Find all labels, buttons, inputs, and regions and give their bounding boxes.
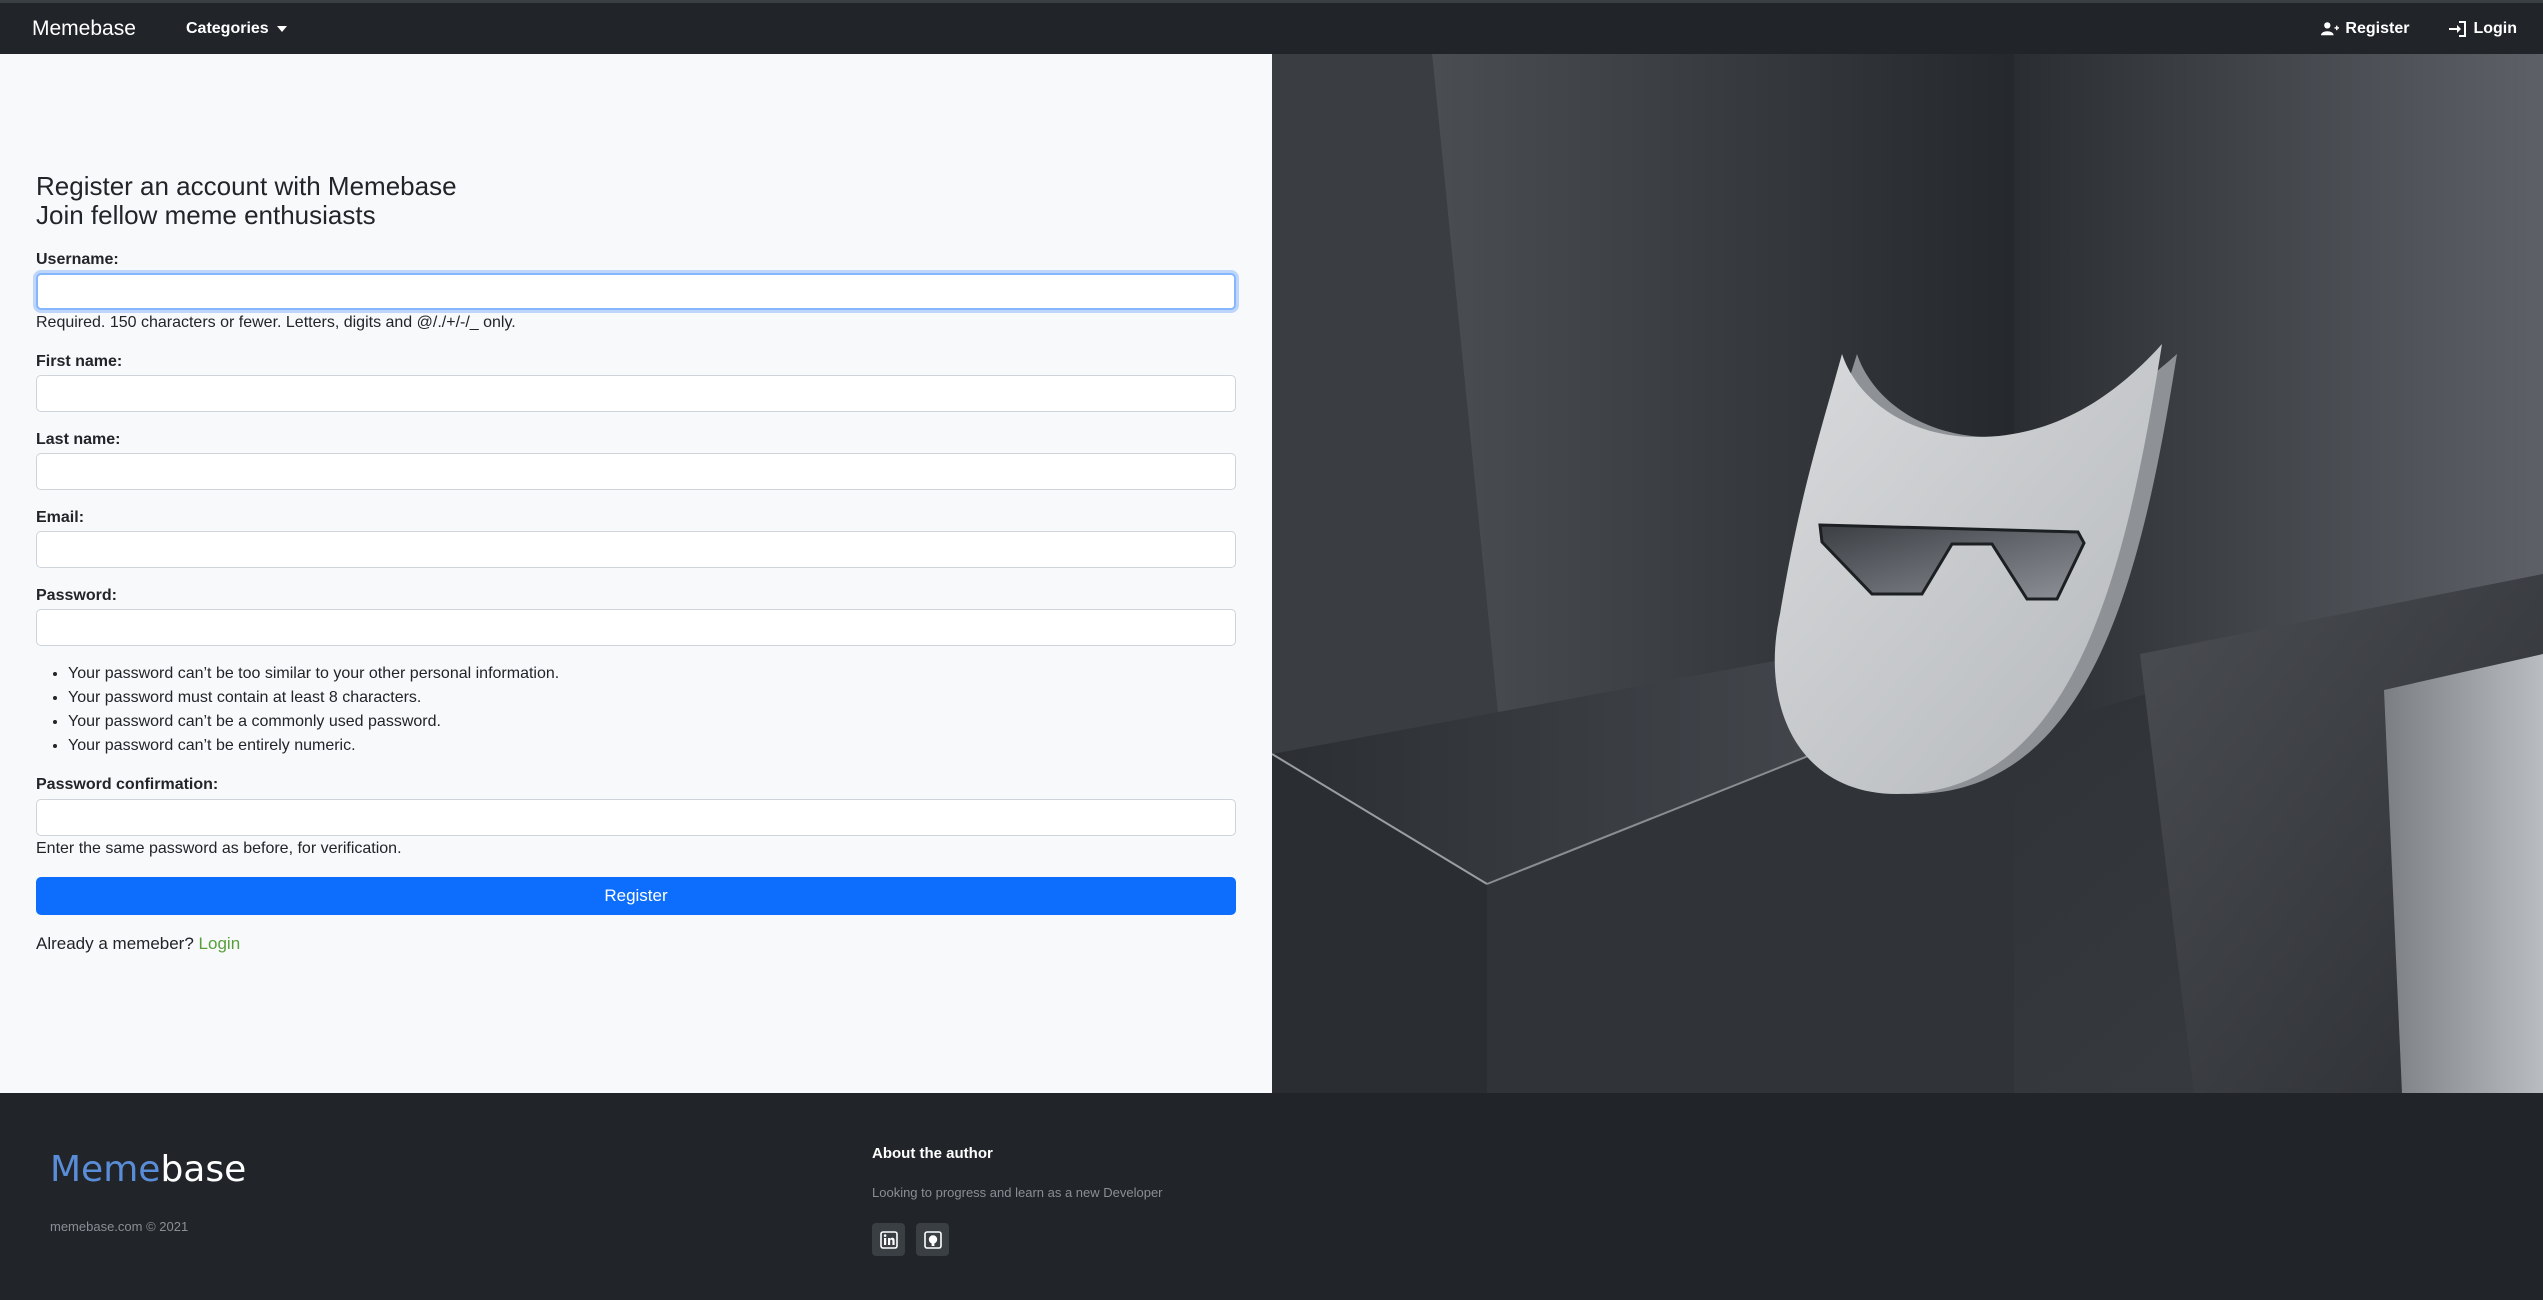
logo-part-1: Meme xyxy=(50,1149,161,1190)
password-rule: Your password must contain at least 8 ch… xyxy=(68,686,559,710)
already-member-text: Already a memeber? Login xyxy=(36,934,240,954)
email-field[interactable] xyxy=(36,531,1236,568)
linkedin-button[interactable] xyxy=(872,1223,905,1256)
already-member-label: Already a memeber? xyxy=(36,934,194,953)
title-line-1: Register an account with Memebase xyxy=(36,171,457,201)
about-title: About the author xyxy=(872,1145,993,1162)
main-content: Register an account with Memebase Join f… xyxy=(0,54,2543,1093)
nav-login-label: Login xyxy=(2473,20,2517,37)
categories-label: Categories xyxy=(186,20,269,37)
hero-illustration xyxy=(1272,54,2543,1093)
copyright: memebase.com © 2021 xyxy=(50,1219,189,1234)
nav-register-link[interactable]: Register xyxy=(2321,20,2409,38)
password-rules-list: Your password can’t be too similar to yo… xyxy=(36,662,559,758)
caret-down-icon xyxy=(276,26,287,32)
user-plus-icon xyxy=(2321,22,2340,36)
email-label: Email: xyxy=(36,509,85,526)
password-confirm-label: Password confirmation: xyxy=(36,776,219,793)
title-line-2: Join fellow meme enthusiasts xyxy=(36,200,376,230)
logo-part-2: base xyxy=(160,1149,247,1190)
username-field[interactable] xyxy=(36,273,1236,310)
username-help: Required. 150 characters or fewer. Lette… xyxy=(36,314,516,331)
navbar: Memebase Categories Register Login xyxy=(0,0,2543,54)
github-icon xyxy=(923,1230,942,1249)
about-text: Looking to progress and learn as a new D… xyxy=(872,1185,1163,1200)
first-name-field[interactable] xyxy=(36,375,1236,412)
first-name-label: First name: xyxy=(36,353,123,370)
login-link[interactable]: Login xyxy=(199,934,241,953)
last-name-field[interactable] xyxy=(36,453,1236,490)
footer-logo: Memebase xyxy=(50,1149,246,1190)
linkedin-icon xyxy=(879,1230,898,1249)
password-confirm-help: Enter the same password as before, for v… xyxy=(36,840,402,857)
password-field[interactable] xyxy=(36,609,1236,646)
nav-register-label: Register xyxy=(2345,20,2410,37)
password-confirm-field[interactable] xyxy=(36,799,1236,836)
categories-dropdown[interactable]: Categories xyxy=(186,20,287,38)
page-title: Register an account with Memebase Join f… xyxy=(36,172,457,230)
password-rule: Your password can’t be too similar to yo… xyxy=(68,662,559,686)
password-label: Password: xyxy=(36,587,117,604)
register-form-panel: Register an account with Memebase Join f… xyxy=(0,54,1272,1093)
nav-login-link[interactable]: Login xyxy=(2449,20,2517,38)
github-button[interactable] xyxy=(916,1223,949,1256)
password-rule: Your password can’t be a commonly used p… xyxy=(68,710,559,734)
last-name-label: Last name: xyxy=(36,431,121,448)
hero-image xyxy=(1272,54,2543,1093)
username-label: Username: xyxy=(36,251,119,268)
footer: Memebase memebase.com © 2021 About the a… xyxy=(0,1093,2543,1300)
register-button[interactable]: Register xyxy=(36,877,1236,915)
brand-link[interactable]: Memebase xyxy=(32,17,136,41)
password-rule: Your password can’t be entirely numeric. xyxy=(68,734,559,758)
nav-right: Register Login xyxy=(2321,20,2517,38)
social-links xyxy=(872,1223,949,1256)
sign-in-icon xyxy=(2449,21,2467,37)
